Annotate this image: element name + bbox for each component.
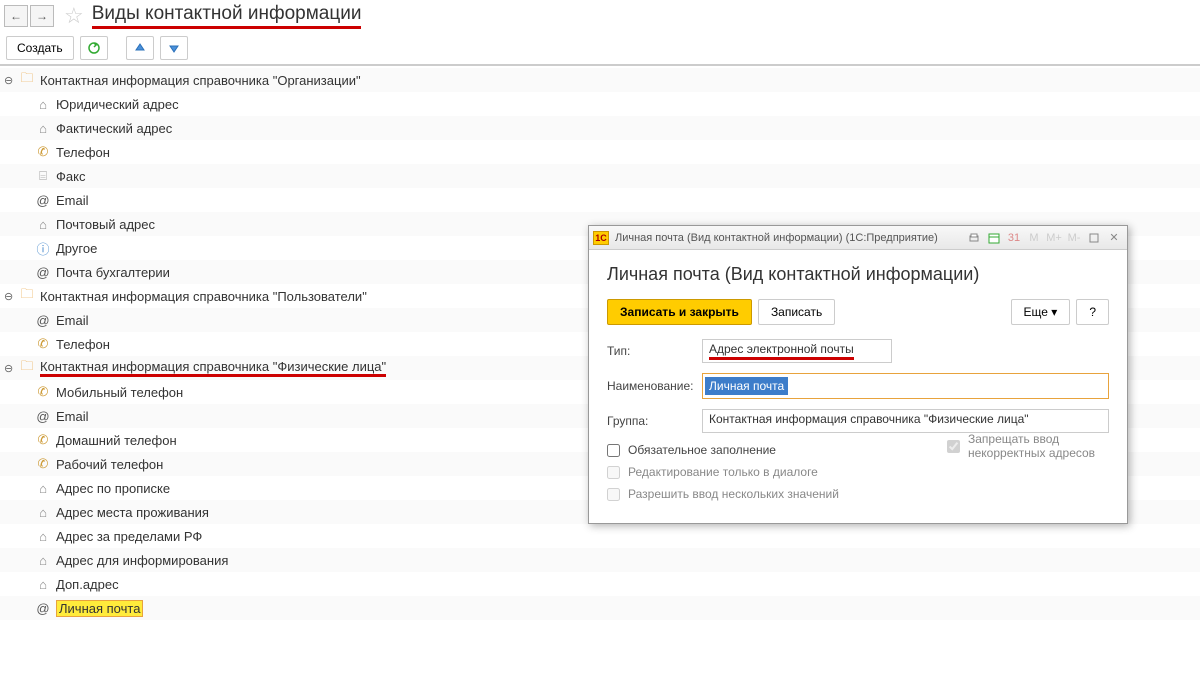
fax-icon: ⌸ <box>34 168 52 184</box>
dialog-titlebar[interactable]: 1C Личная почта (Вид контактной информац… <box>589 226 1127 250</box>
house-icon: ⌂ <box>34 217 52 232</box>
mandatory-label: Обязательное заполнение <box>628 443 776 457</box>
at-icon: @ <box>34 601 52 616</box>
collapse-icon[interactable]: ⊖ <box>4 290 18 303</box>
type-label: Тип: <box>607 344 702 358</box>
tree-item[interactable]: @Личная почта <box>0 596 1200 620</box>
house-icon: ⌂ <box>34 97 52 112</box>
phone-icon: ✆ <box>34 144 52 160</box>
save-close-button[interactable]: Записать и закрыть <box>607 299 752 325</box>
phone-icon: ✆ <box>34 384 52 400</box>
save-button[interactable]: Записать <box>758 299 835 325</box>
dialog-title-text: Личная почта (Вид контактной информации)… <box>615 232 965 244</box>
tree-group[interactable]: ⊖🗀Контактная информация справочника "Орг… <box>0 68 1200 92</box>
item-label: Адрес по прописке <box>52 481 170 496</box>
forbid-incorrect-checkbox <box>947 440 960 453</box>
item-label: Email <box>52 409 89 424</box>
item-label: Адрес для информирования <box>52 553 228 568</box>
at-icon: @ <box>34 409 52 424</box>
info-icon: ⓘ <box>34 239 52 258</box>
house-icon: ⌂ <box>34 577 52 592</box>
memory-mminus-icon[interactable]: M- <box>1065 230 1083 246</box>
collapse-icon[interactable]: ⊖ <box>4 362 18 375</box>
dialog-heading: Личная почта (Вид контактной информации) <box>607 264 1109 285</box>
at-icon: @ <box>34 193 52 208</box>
phone-icon: ✆ <box>34 336 52 352</box>
group-field[interactable]: Контактная информация справочника "Физич… <box>702 409 1109 433</box>
house-icon: ⌂ <box>34 529 52 544</box>
group-label: Контактная информация справочника "Орган… <box>36 73 361 88</box>
item-label: Адрес за пределами РФ <box>52 529 202 544</box>
type-field[interactable]: Адрес электронной почты <box>702 339 892 363</box>
move-up-button[interactable] <box>126 36 154 60</box>
at-icon: @ <box>34 265 52 280</box>
page-title: Виды контактной информации <box>92 3 362 29</box>
tree-item[interactable]: ⌸Факс <box>0 164 1200 188</box>
group-label: Контактная информация справочника "Польз… <box>36 289 367 304</box>
name-label: Наименование: <box>607 379 702 393</box>
tree-item[interactable]: ⌂Адрес за пределами РФ <box>0 524 1200 548</box>
folder-icon: 🗀 <box>18 69 36 91</box>
item-label: Адрес места проживания <box>52 505 209 520</box>
multiple-label: Разрешить ввод нескольких значений <box>628 487 839 501</box>
item-label: Факс <box>52 169 85 184</box>
refresh-button[interactable] <box>80 36 108 60</box>
item-label: Телефон <box>52 337 110 352</box>
item-label: Почта бухгалтерии <box>52 265 170 280</box>
memory-mplus-icon[interactable]: M+ <box>1045 230 1063 246</box>
item-label: Фактический адрес <box>52 121 172 136</box>
tree-item[interactable]: @Email <box>0 188 1200 212</box>
nav-back-button[interactable]: ← <box>4 5 28 27</box>
folder-icon: 🗀 <box>18 285 36 307</box>
tree-item[interactable]: ⌂Адрес для информирования <box>0 548 1200 572</box>
logo-1c-icon: 1C <box>593 231 609 245</box>
item-label: Email <box>52 193 89 208</box>
item-label: Email <box>52 313 89 328</box>
item-label: Мобильный телефон <box>52 385 183 400</box>
more-button[interactable]: Еще ▾ <box>1011 299 1071 325</box>
phone-icon: ✆ <box>34 456 52 472</box>
tree-item[interactable]: ⌂Юридический адрес <box>0 92 1200 116</box>
item-label: Почтовый адрес <box>52 217 155 232</box>
item-label: Рабочий телефон <box>52 457 163 472</box>
item-label: Домашний телефон <box>52 433 177 448</box>
multiple-checkbox <box>607 488 620 501</box>
at-icon: @ <box>34 313 52 328</box>
folder-icon: 🗀 <box>18 357 36 379</box>
nav-forward-button[interactable]: → <box>30 5 54 27</box>
edit-dialog: 1C Личная почта (Вид контактной информац… <box>588 225 1128 524</box>
dialog-only-checkbox <box>607 466 620 479</box>
help-button[interactable]: ? <box>1076 299 1109 325</box>
house-icon: ⌂ <box>34 505 52 520</box>
forbid-incorrect-label: Запрещать ввод некорректных адресов <box>968 432 1109 460</box>
name-field[interactable]: Личная почта <box>702 373 1109 399</box>
close-icon[interactable]: ✕ <box>1105 230 1123 246</box>
favorite-star-icon[interactable]: ☆ <box>64 3 84 29</box>
tree-item[interactable]: ⌂Доп.адрес <box>0 572 1200 596</box>
dialog-only-label: Редактирование только в диалоге <box>628 465 818 479</box>
phone-icon: ✆ <box>34 432 52 448</box>
tree-item[interactable]: ⌂Фактический адрес <box>0 116 1200 140</box>
group-label: Группа: <box>607 414 702 428</box>
group-label: Контактная информация справочника "Физич… <box>36 359 386 377</box>
tree-item[interactable]: ✆Телефон <box>0 140 1200 164</box>
item-label: Другое <box>52 241 97 256</box>
memory-m-icon[interactable]: M <box>1025 230 1043 246</box>
item-label: Личная почта <box>52 601 143 616</box>
house-icon: ⌂ <box>34 481 52 496</box>
print-icon[interactable] <box>965 230 983 246</box>
minimize-icon[interactable] <box>1085 230 1103 246</box>
item-label: Юридический адрес <box>52 97 179 112</box>
item-label: Доп.адрес <box>52 577 119 592</box>
mandatory-checkbox[interactable] <box>607 444 620 457</box>
date-icon[interactable]: 31 <box>1005 230 1023 246</box>
collapse-icon[interactable]: ⊖ <box>4 74 18 87</box>
house-icon: ⌂ <box>34 553 52 568</box>
house-icon: ⌂ <box>34 121 52 136</box>
move-down-button[interactable] <box>160 36 188 60</box>
calendar-icon[interactable] <box>985 230 1003 246</box>
create-button[interactable]: Создать <box>6 36 74 60</box>
item-label: Телефон <box>52 145 110 160</box>
